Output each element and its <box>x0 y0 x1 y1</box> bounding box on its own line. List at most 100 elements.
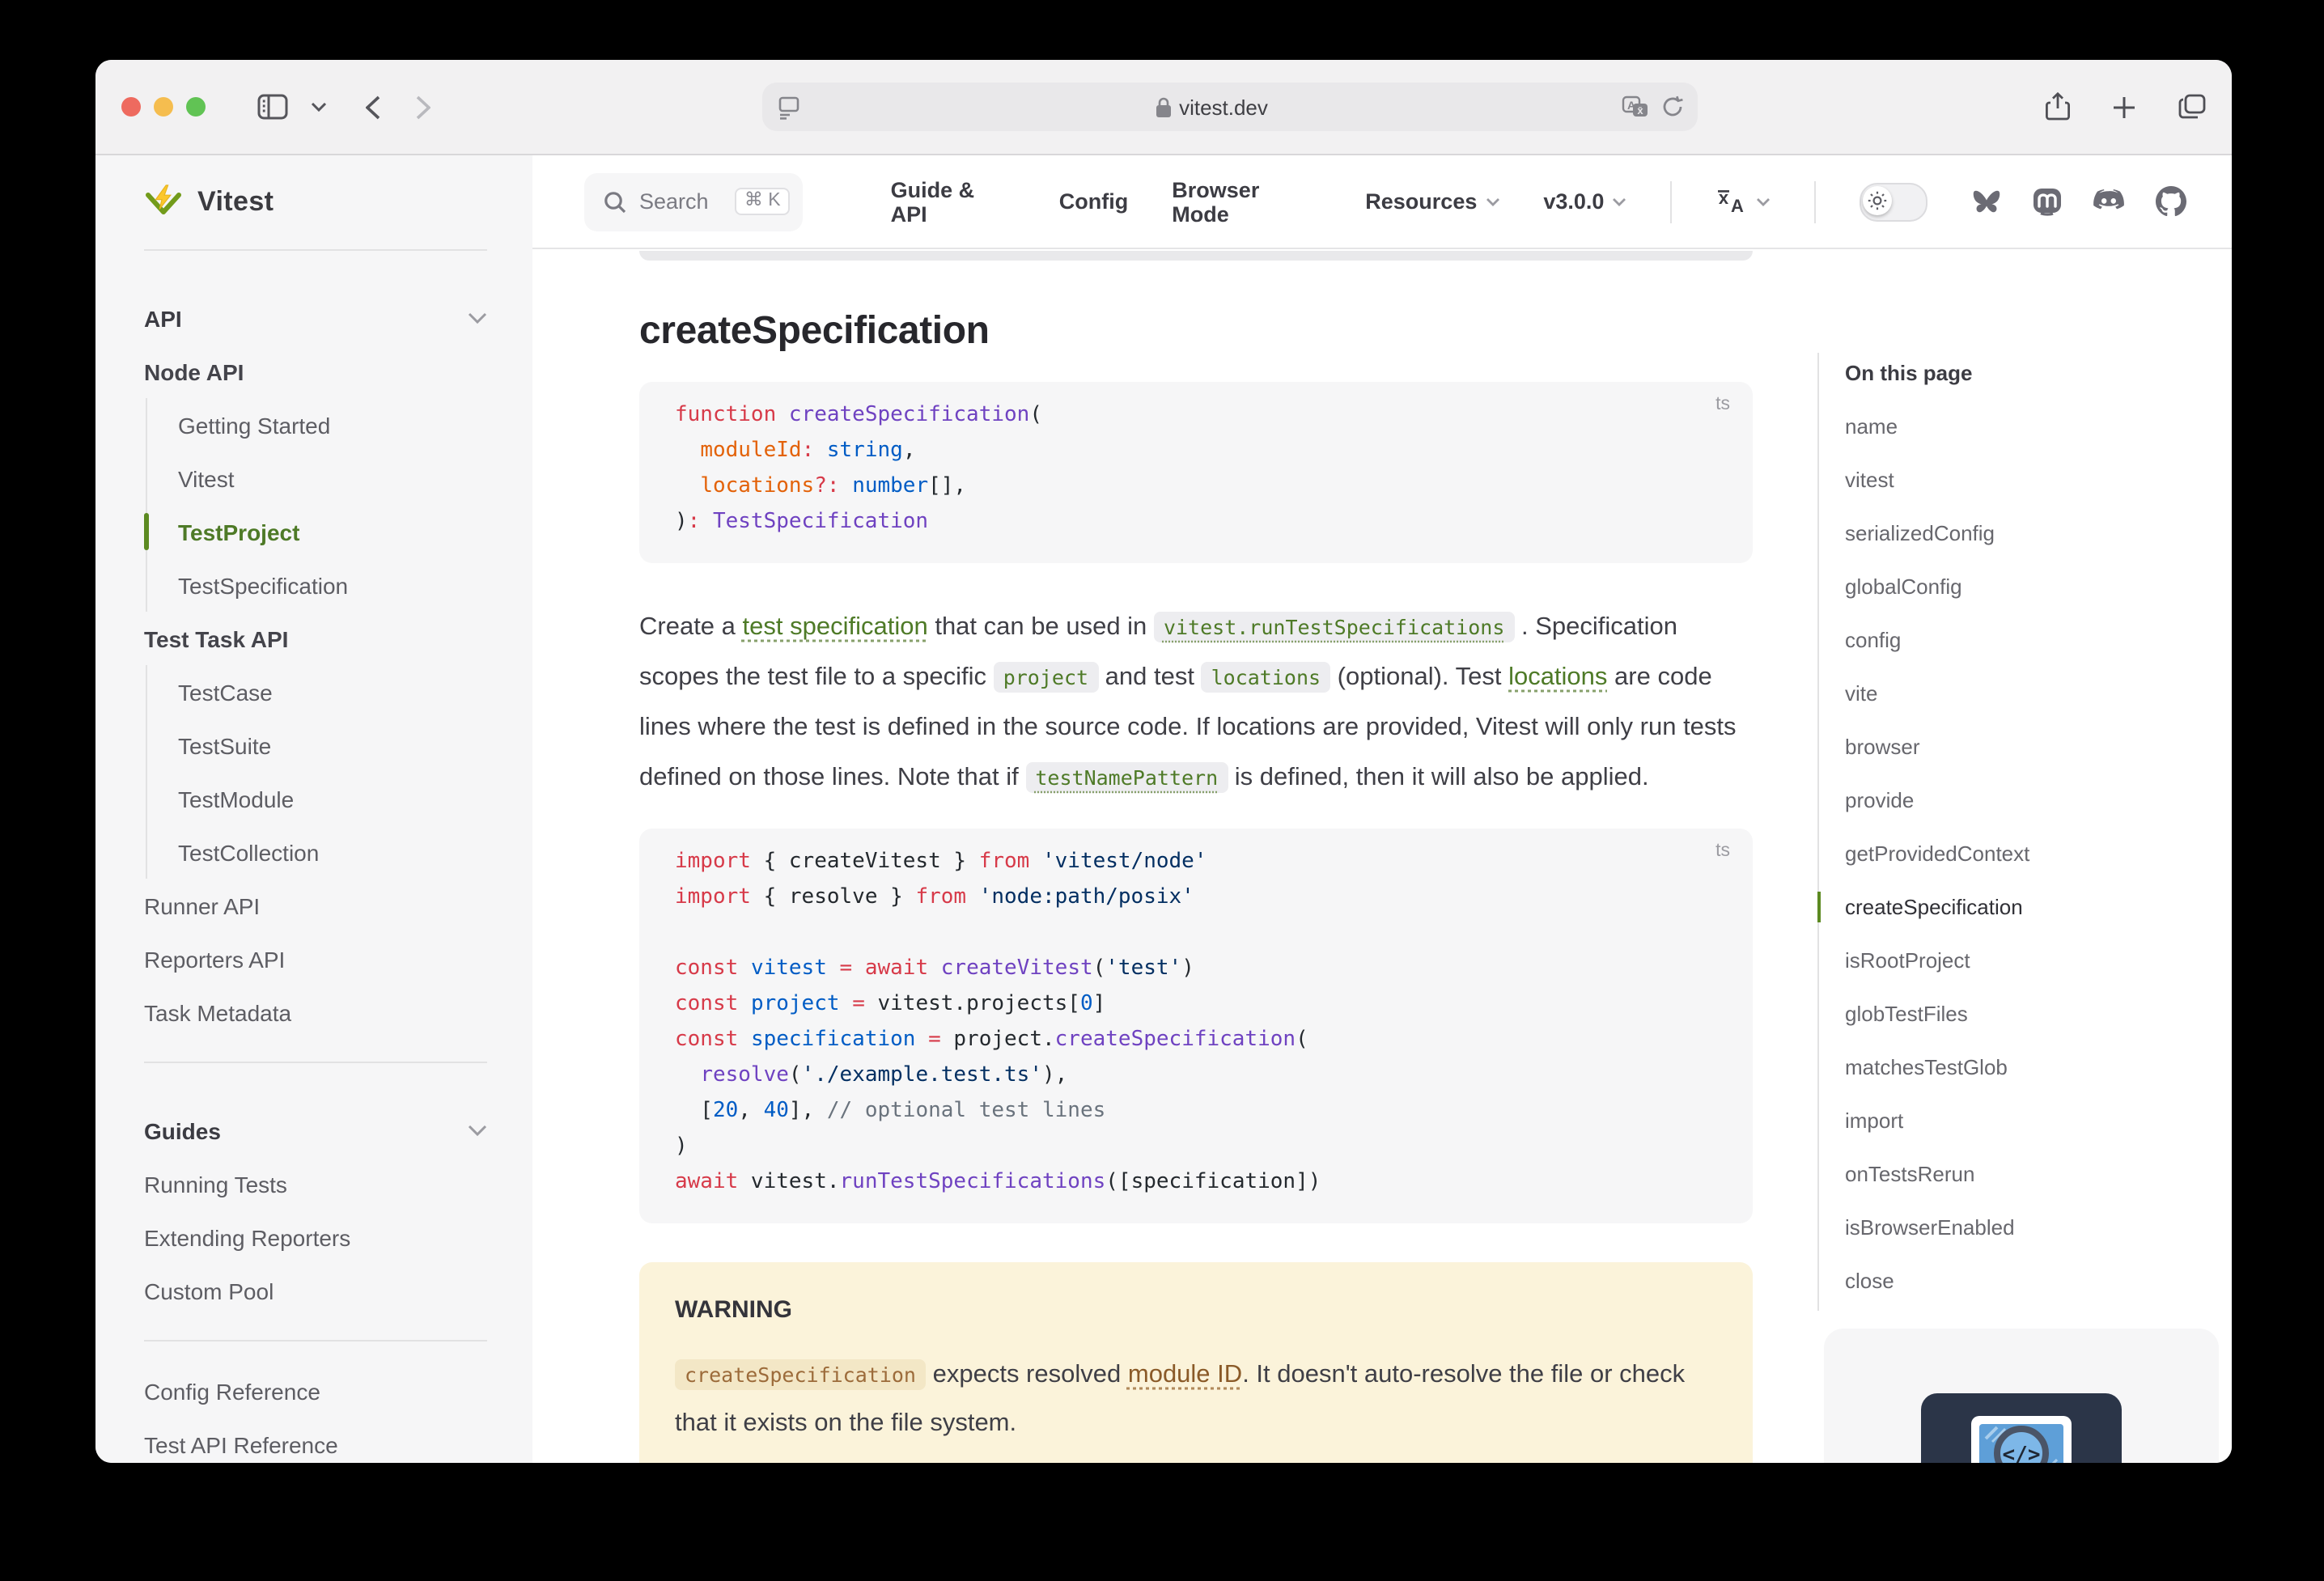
bluesky-icon[interactable] <box>1971 188 2002 215</box>
search-input[interactable]: Search ⌘ K <box>584 172 804 231</box>
svg-text:</>: </> <box>2003 1443 2041 1463</box>
sidebar-item-running-tests[interactable]: Running Tests <box>144 1157 487 1210</box>
nav-config[interactable]: Config <box>1059 189 1129 214</box>
previous-codeblock-edge <box>639 251 1753 261</box>
inline-link[interactable]: module ID <box>1128 1360 1242 1388</box>
sidebar-item-getting started[interactable]: Getting Started <box>147 398 487 451</box>
sidebar-chevron-icon[interactable] <box>311 102 327 112</box>
svg-text:A: A <box>1627 98 1635 111</box>
sidebar-item-reporters-api[interactable]: Reporters API <box>144 932 487 985</box>
tab-overview-icon[interactable] <box>2178 94 2206 120</box>
inline-code-link[interactable]: testNamePattern <box>1025 762 1228 793</box>
outline-item-isbrowserenabled[interactable]: isBrowserEnabled <box>1817 1201 2222 1254</box>
sidebar-subgroup: Getting StartedVitestTestProjectTestSpec… <box>146 398 487 612</box>
share-icon[interactable] <box>2046 92 2070 121</box>
code-line: import { resolve } from 'node:path/posix… <box>675 880 1717 915</box>
reload-icon[interactable] <box>1662 95 1683 118</box>
browser-window: vitest.dev x̄A <box>95 60 2232 1463</box>
sidebar-item-testmodule[interactable]: TestModule <box>147 772 487 825</box>
on-this-page: On this page namevitestserializedConfigg… <box>1817 346 2222 1308</box>
outline-item-serializedconfig[interactable]: serializedConfig <box>1817 507 2222 560</box>
search-shortcut-badge: ⌘ K <box>735 188 791 216</box>
outline-item-createspecification[interactable]: createSpecification <box>1817 880 2222 934</box>
zoom-window-button[interactable] <box>186 97 206 117</box>
language-switcher[interactable]: xA <box>1715 188 1771 215</box>
outline-item-globalconfig[interactable]: globalConfig <box>1817 560 2222 613</box>
inline-code: project <box>994 662 1098 693</box>
inline-link[interactable]: test specification <box>743 613 928 641</box>
sidebar-section-api[interactable]: API <box>144 291 487 345</box>
outline-item-isrootproject[interactable]: isRootProject <box>1817 934 2222 987</box>
site-title: Vitest <box>197 186 274 218</box>
search-icon <box>604 190 626 213</box>
sidebar-item-custom-pool[interactable]: Custom Pool <box>144 1264 487 1317</box>
outline-item-matchestestglob[interactable]: matchesTestGlob <box>1817 1041 2222 1094</box>
svg-text:x̄: x̄ <box>1637 104 1643 116</box>
sidebar-toggle-icon[interactable] <box>257 94 288 120</box>
outline-item-ontestsrerun[interactable]: onTestsRerun <box>1817 1147 2222 1201</box>
outline-item-config[interactable]: config <box>1817 613 2222 667</box>
sidebar-item-node-api[interactable]: Node API <box>144 345 487 398</box>
chevron-down-icon <box>1485 197 1499 206</box>
back-button[interactable] <box>366 95 380 119</box>
translate-icon[interactable]: x̄A <box>1622 95 1651 119</box>
code-line: const project = vitest.projects[0] <box>675 986 1717 1022</box>
new-tab-icon[interactable] <box>2112 95 2136 119</box>
code-line: ): TestSpecification <box>675 505 1717 540</box>
sidebar-item-runner-api[interactable]: Runner API <box>144 879 487 932</box>
doc-scroll-area[interactable]: createSpecification ts function createSp… <box>532 249 2232 1463</box>
outline-item-getprovidedcontext[interactable]: getProvidedContext <box>1817 827 2222 880</box>
code-lang-badge: ts <box>1715 841 1730 860</box>
doc-sidebar: Vitest APINode APIGetting StartedVitestT… <box>95 155 532 1463</box>
discord-icon[interactable] <box>2093 189 2125 214</box>
sidebar-item-testcase[interactable]: TestCase <box>147 665 487 718</box>
outline-item-vitest[interactable]: vitest <box>1817 453 2222 507</box>
github-icon[interactable] <box>2156 186 2186 217</box>
close-window-button[interactable] <box>121 97 141 117</box>
outline-item-name[interactable]: name <box>1817 400 2222 453</box>
forward-button[interactable] <box>416 95 430 119</box>
inline-code: locations <box>1202 662 1330 693</box>
sidebar-item-task-metadata[interactable]: Task Metadata <box>144 985 487 1039</box>
page-title: createSpecification <box>639 304 1753 359</box>
nav-guide-api[interactable]: Guide & API <box>891 177 1016 226</box>
sun-icon <box>1868 190 1887 210</box>
sidebar-item-testcollection[interactable]: TestCollection <box>147 825 487 879</box>
reader-icon[interactable] <box>777 95 801 119</box>
chevron-down-icon <box>468 312 487 324</box>
outline-item-vite[interactable]: vite <box>1817 667 2222 720</box>
address-bar[interactable]: vitest.dev x̄A <box>762 83 1698 131</box>
nav-browser-mode[interactable]: Browser Mode <box>1172 177 1321 226</box>
code-line <box>675 915 1717 951</box>
mastodon-icon[interactable] <box>2033 187 2062 216</box>
nav-resources-dropdown[interactable]: Resources <box>1365 189 1499 214</box>
translate-icon: xA <box>1715 188 1748 215</box>
sidebar-item-test-task-api[interactable]: Test Task API <box>144 612 487 665</box>
sidebar-item-test-api-reference[interactable]: Test API Reference <box>144 1418 487 1463</box>
outline-item-close[interactable]: close <box>1817 1254 2222 1308</box>
nav-divider <box>1814 180 1816 223</box>
site-logo[interactable]: Vitest <box>144 178 487 227</box>
code-line: import { createVitest } from 'vitest/nod… <box>675 844 1717 880</box>
inline-link[interactable]: locations <box>1508 663 1607 691</box>
sidebar-item-vitest[interactable]: Vitest <box>147 451 487 505</box>
sponsor-card[interactable]: </> <box>1824 1329 2219 1463</box>
inline-code-link[interactable]: vitest.runTestSpecifications <box>1154 612 1514 642</box>
outline-item-globtestfiles[interactable]: globTestFiles <box>1817 987 2222 1041</box>
sidebar-item-config-reference[interactable]: Config Reference <box>144 1364 487 1418</box>
outline-item-import[interactable]: import <box>1817 1094 2222 1147</box>
sidebar-section-guides[interactable]: Guides <box>144 1104 487 1157</box>
outline-item-browser[interactable]: browser <box>1817 720 2222 774</box>
sidebar-item-extending-reporters[interactable]: Extending Reporters <box>144 1210 487 1264</box>
description-paragraph: Create a test specification that can be … <box>639 602 1753 803</box>
sidebar-item-testsuite[interactable]: TestSuite <box>147 718 487 772</box>
minimize-window-button[interactable] <box>154 97 173 117</box>
search-placeholder: Search <box>639 189 722 214</box>
browser-toolbar: vitest.dev x̄A <box>95 60 2232 155</box>
sidebar-item-testspecification[interactable]: TestSpecification <box>147 558 487 612</box>
outline-item-provide[interactable]: provide <box>1817 774 2222 827</box>
nav-version-dropdown[interactable]: v3.0.0 <box>1543 189 1626 214</box>
code-lang-badge: ts <box>1715 395 1730 414</box>
theme-toggle[interactable] <box>1860 182 1927 221</box>
sidebar-item-testproject[interactable]: TestProject <box>147 505 487 558</box>
